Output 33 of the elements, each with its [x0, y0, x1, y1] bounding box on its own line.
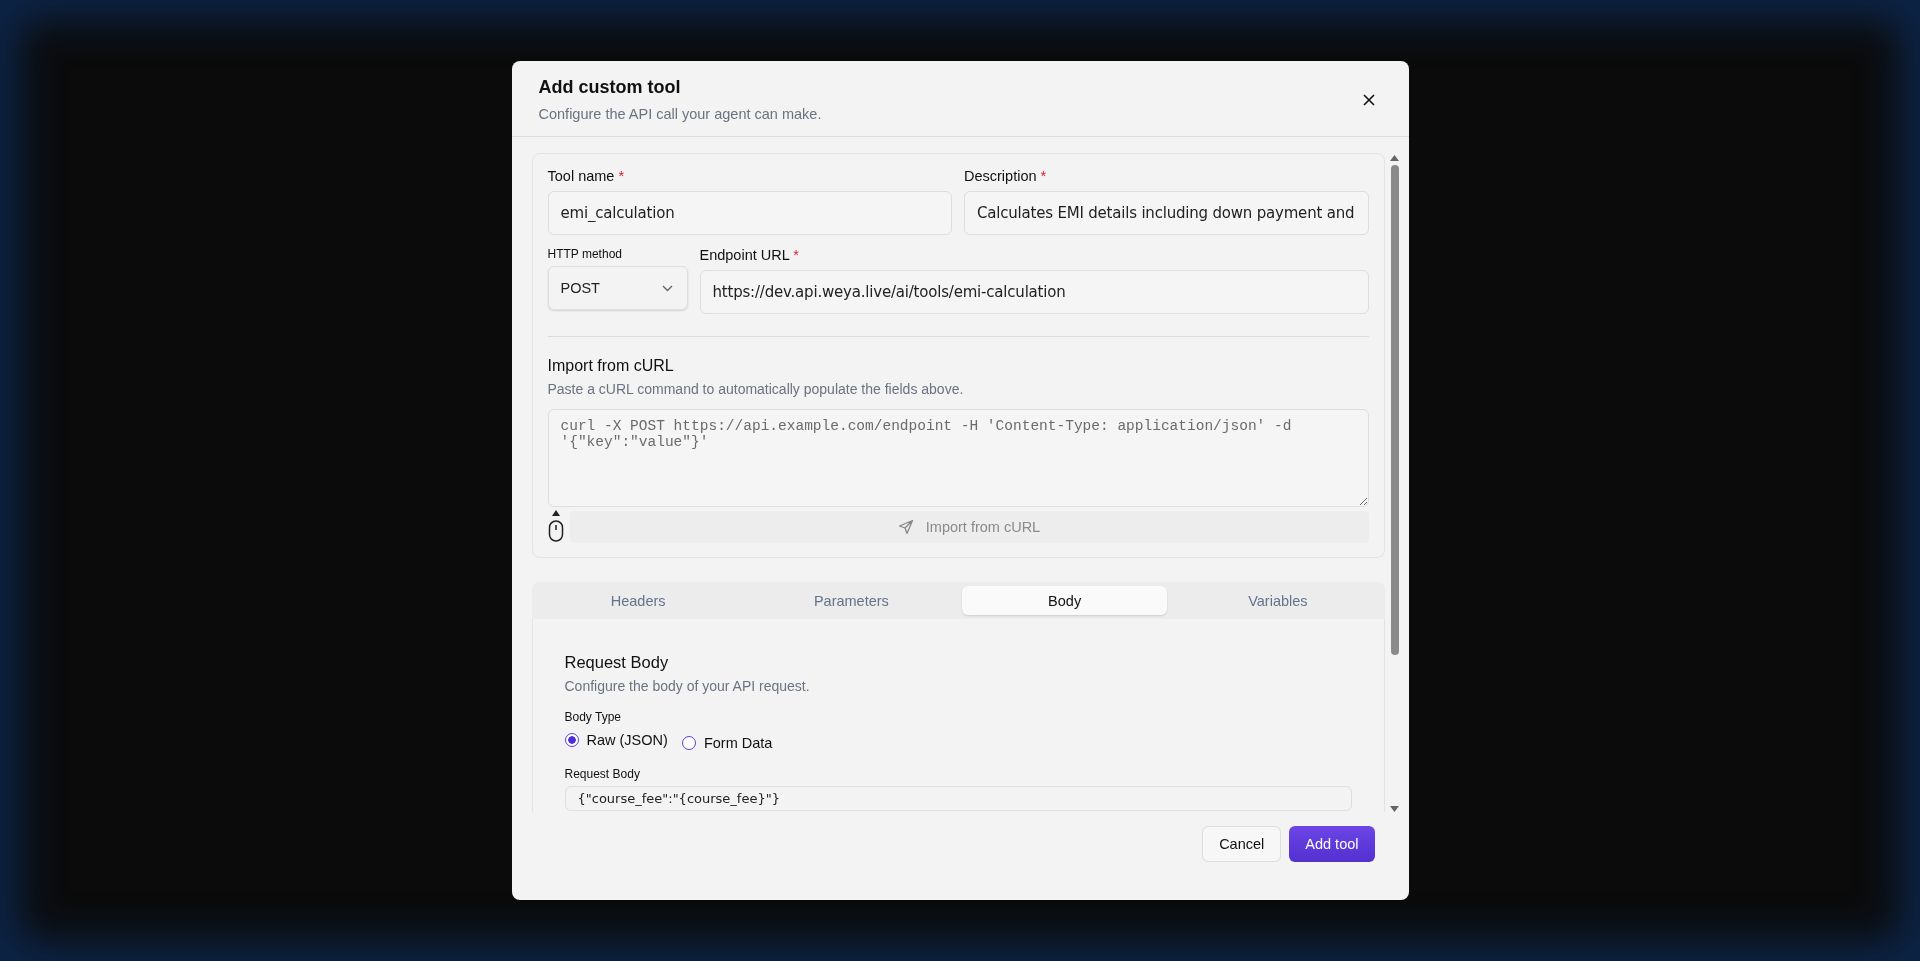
- tab[interactable]: Headers: [535, 586, 741, 615]
- close-icon[interactable]: [1362, 93, 1375, 106]
- dialog-title: Add custom tool: [538, 77, 682, 98]
- section-subtitle: Configure the body of your API request.: [564, 678, 811, 694]
- http-method-select[interactable]: POST: [547, 266, 688, 310]
- field-label: Body Type: [564, 710, 622, 724]
- dialog-subtitle: Configure the API call your agent can make.: [538, 106, 822, 122]
- section-title: Import from cURL: [547, 357, 675, 375]
- scroll-up-icon: [1390, 155, 1399, 161]
- curl-input-field[interactable]: curl -X POST https://api.example.com/endpoint -H 'Content-Type: application/json' -d '{"key":"value"}': [547, 409, 1369, 507]
- cancel-button[interactable]: Cancel: [1202, 826, 1282, 862]
- tab[interactable]: Parameters: [748, 586, 954, 615]
- section-subtitle: Paste a cURL command to automatically populate the fields above.: [547, 381, 965, 397]
- field-label: Endpoint URL *: [699, 247, 800, 263]
- tool-name-field[interactable]: emi_calculation: [547, 191, 952, 235]
- chevron-down-icon: [661, 284, 673, 292]
- field-label: HTTP method: [547, 247, 623, 261]
- field-label: Tool name *: [547, 168, 626, 184]
- tab[interactable]: Variables: [1175, 586, 1381, 615]
- send-icon: [897, 519, 914, 535]
- field-label: Request Body: [564, 767, 641, 781]
- tab[interactable]: Body: [962, 586, 1168, 615]
- add-tool-button[interactable]: Add tool: [1289, 826, 1375, 862]
- mouse-icon: [547, 509, 564, 543]
- scrollbar[interactable]: [1388, 153, 1401, 812]
- endpoint-url-field[interactable]: https://dev.api.weya.live/ai/tools/emi-calculation: [699, 270, 1369, 314]
- section-title: Request Body: [564, 653, 670, 672]
- request-body-field[interactable]: {"course_fee":"{course_fee}"}: [564, 786, 1352, 811]
- radio-option[interactable]: Raw (JSON): [564, 729, 668, 751]
- radio-option[interactable]: Form Data: [681, 735, 773, 751]
- scroll-down-icon: [1390, 806, 1399, 812]
- description-field[interactable]: Calculates EMI details including down payment and: [964, 191, 1369, 235]
- field-label: Description *: [964, 168, 1048, 184]
